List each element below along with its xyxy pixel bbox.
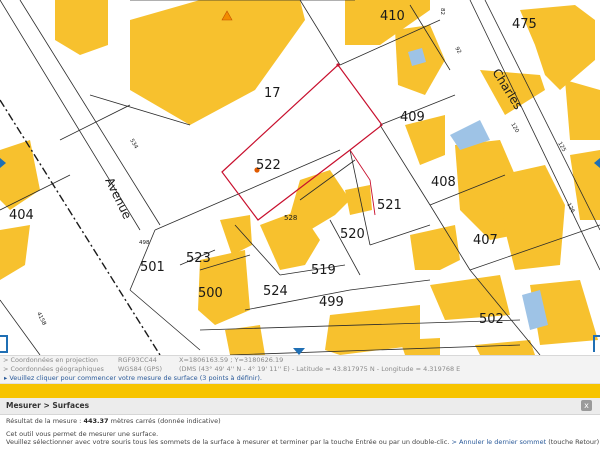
- geographic-label: > Coordonnées géographiques: [3, 365, 104, 373]
- parcel-label: 528: [284, 214, 297, 222]
- instruction-hint: ▸ Veuillez cliquer pour commencer votre …: [0, 373, 600, 384]
- map-canvas[interactable]: 17 410 475 409 522 408 404 521 528 520 4…: [0, 0, 600, 355]
- parcel-label: 522: [256, 158, 281, 173]
- parcel-label: 410: [380, 9, 405, 24]
- cadastral-map[interactable]: 17 410 475 409 522 408 404 521 528 520 4…: [0, 0, 600, 355]
- coordinates-bar: > Coordonnées en projection RGF93CC44 X=…: [0, 355, 600, 374]
- parcel-label: 409: [400, 110, 425, 125]
- result-value: 443.37: [83, 417, 109, 425]
- buildings-layer: [0, 0, 600, 355]
- address-number: 498: [139, 240, 150, 246]
- undo-last-vertex-link[interactable]: > Annuler le dernier sommet: [451, 438, 546, 446]
- address-number: 120: [509, 122, 520, 135]
- parcel-label: 475: [512, 17, 537, 32]
- result-line: Résultat de la mesure : 443.37 mètres ca…: [6, 417, 221, 425]
- address-number: 534: [128, 138, 139, 151]
- panel-header: Mesurer > Surfaces x: [0, 398, 600, 415]
- vertex-marker: [336, 63, 340, 67]
- parcel-label: 520: [340, 227, 365, 242]
- parcel-label: 17: [264, 86, 281, 101]
- address-number: 82: [439, 8, 445, 15]
- parcel-label: 502: [479, 312, 504, 327]
- result-unit: mètres carrés: [110, 417, 156, 425]
- parcel-label: 519: [311, 263, 336, 278]
- street-label-avenue: Avenue: [102, 175, 134, 221]
- panel-title: Mesurer > Surfaces: [6, 401, 90, 410]
- measure-panel: Mesurer > Surfaces x Résultat de la mesu…: [0, 398, 600, 450]
- description-line-2: Veuillez sélectionner avec votre souris …: [6, 438, 599, 446]
- projection-label-text: Coordonnées en projection: [10, 356, 99, 364]
- parcel-label: 407: [473, 233, 498, 248]
- geographic-label-text: Coordonnées géographiques: [10, 365, 104, 373]
- undo-key-hint: (touche Retour): [548, 438, 600, 446]
- result-note: (donnée indicative): [157, 417, 221, 425]
- result-label: Résultat de la mesure :: [6, 417, 82, 425]
- parcel-label: 408: [431, 175, 456, 190]
- parcel-label: 523: [186, 251, 211, 266]
- projection-system: RGF93CC44: [118, 356, 157, 364]
- address-number: 126: [565, 202, 575, 215]
- instruction-hint-text: Veuillez cliquer pour commencer votre me…: [9, 374, 262, 382]
- description-text: Veuillez sélectionner avec votre souris …: [6, 438, 450, 446]
- address-number: 415B: [35, 311, 47, 327]
- parcel-label: 501: [140, 260, 165, 275]
- parcel-label: 404: [9, 208, 34, 223]
- parcel-label: 499: [319, 295, 344, 310]
- projection-value: X=1806163.59 ; Y=3180626.19: [179, 356, 284, 364]
- parcel-label: 500: [198, 286, 223, 301]
- pan-down-icon[interactable]: [293, 348, 305, 355]
- address-number: 92: [453, 46, 462, 55]
- projection-coords-row: > Coordonnées en projection RGF93CC44 X=…: [3, 356, 283, 365]
- yellow-toolbar-band: [0, 384, 600, 398]
- close-icon[interactable]: x: [581, 400, 592, 411]
- description-line-1: Cet outil vous permet de mesurer une sur…: [6, 430, 159, 438]
- parcel-label: 524: [263, 284, 288, 299]
- parcel-label: 521: [377, 198, 402, 213]
- projection-label: > Coordonnées en projection: [3, 356, 99, 364]
- corner-bracket-left-icon: [0, 335, 8, 353]
- address-number: 125: [556, 141, 567, 154]
